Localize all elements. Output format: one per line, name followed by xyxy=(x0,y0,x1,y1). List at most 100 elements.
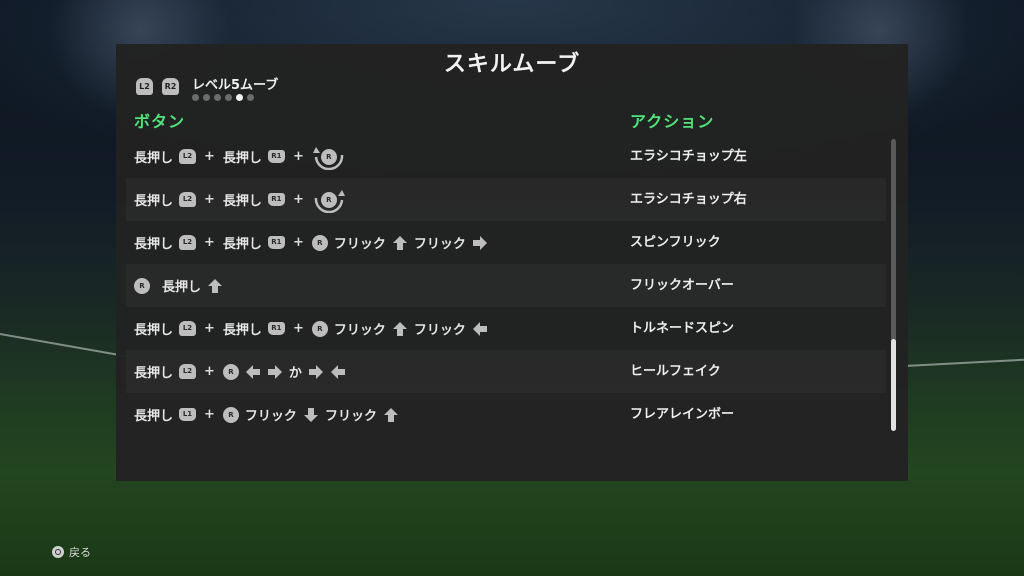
hold-text: 長押し xyxy=(134,151,174,166)
flick-text: フリック xyxy=(333,323,386,338)
r1-button-icon: R1 xyxy=(267,236,285,249)
button-combo: 長押し L2 + 長押し R1 + R xyxy=(134,135,346,178)
page-dot xyxy=(192,94,199,101)
page-dot xyxy=(247,94,254,101)
hold-text: 長押し xyxy=(222,194,262,209)
action-name: スピンフリック xyxy=(630,235,721,250)
arrow-right-icon xyxy=(308,364,324,380)
arrow-up-icon xyxy=(392,235,408,251)
column-header-action: アクション xyxy=(630,112,715,131)
r-stick-icon: R xyxy=(320,191,337,208)
plus-icon: + xyxy=(204,364,215,379)
hold-text: 長押し xyxy=(222,323,262,338)
plus-icon: + xyxy=(204,407,215,422)
r-stick-icon: R xyxy=(134,277,150,294)
arrow-right-icon xyxy=(472,235,488,251)
hold-text: 長押し xyxy=(222,151,262,166)
list-item[interactable]: 長押し L2 + 長押し R1 + R フリック フリック スピンフリック xyxy=(126,221,886,264)
pitch-line xyxy=(904,358,1024,367)
hold-text: 長押し xyxy=(162,280,202,295)
hold-text: 長押し xyxy=(134,194,174,209)
r-stick-icon: R xyxy=(222,406,239,423)
button-combo: 長押し L2 + 長押し R1 + R xyxy=(134,178,346,221)
flick-text: フリック xyxy=(413,323,466,338)
rotate-ccw-icon: R xyxy=(312,144,346,170)
plus-icon: + xyxy=(204,235,215,250)
flick-text: フリック xyxy=(333,237,386,252)
plus-icon: + xyxy=(204,149,215,164)
button-combo: 長押し L2 + R か xyxy=(134,350,346,393)
flick-text: フリック xyxy=(244,409,297,424)
action-name: エラシコチョップ左 xyxy=(630,149,747,164)
r1-button-icon: R1 xyxy=(267,193,285,206)
column-header-button: ボタン xyxy=(134,112,186,131)
r-stick-icon: R xyxy=(311,320,328,337)
page-dot xyxy=(225,94,232,101)
action-name: フレアレインボー xyxy=(630,407,735,422)
l1-button-icon: L1 xyxy=(179,408,197,421)
flick-text: フリック xyxy=(413,237,466,252)
plus-icon: + xyxy=(292,321,304,336)
action-name: エラシコチョップ右 xyxy=(630,192,747,207)
button-combo: 長押し L2 + 長押し R1 + R フリック フリック xyxy=(134,221,488,264)
r1-button-icon: R1 xyxy=(267,322,285,335)
r-stick-icon: R xyxy=(311,234,328,251)
l2-button-icon: L2 xyxy=(179,192,197,207)
circle-button-icon xyxy=(52,546,64,558)
hold-text: 長押し xyxy=(134,237,174,252)
arrow-left-icon xyxy=(245,364,261,380)
rotate-cw-icon: R xyxy=(312,187,346,213)
button-combo: R 長押し xyxy=(134,264,223,307)
r1-button-icon: R1 xyxy=(267,150,285,163)
r-stick-icon: R xyxy=(320,148,337,165)
back-label: 戻る xyxy=(69,546,91,559)
scrollbar[interactable] xyxy=(891,139,896,431)
pitch-line xyxy=(0,333,129,358)
l2-button-icon: L2 xyxy=(179,364,197,379)
list-item[interactable]: 長押し L2 + 長押し R1 + R エラシコチョップ左 xyxy=(126,135,886,178)
arrow-up-icon xyxy=(383,407,399,423)
l2-button-icon: L2 xyxy=(179,235,197,250)
plus-icon: + xyxy=(292,149,304,164)
page-indicator xyxy=(192,94,254,101)
l2-button-icon: L2 xyxy=(179,321,197,336)
arrow-left-icon xyxy=(330,364,346,380)
plus-icon: + xyxy=(292,235,304,250)
page-dot xyxy=(214,94,221,101)
l2-button-icon: L2 xyxy=(179,149,197,164)
plus-icon: + xyxy=(204,192,215,207)
back-button[interactable]: 戻る xyxy=(52,544,91,560)
hold-text: 長押し xyxy=(134,409,174,424)
arrow-right-icon xyxy=(267,364,283,380)
hold-text: 長押し xyxy=(222,237,262,252)
hold-text: 長押し xyxy=(134,366,174,381)
plus-icon: + xyxy=(204,321,215,336)
scrollbar-thumb[interactable] xyxy=(891,339,896,431)
button-combo: 長押し L2 + 長押し R1 + R フリック フリック xyxy=(134,307,488,350)
arrow-up-icon xyxy=(392,321,408,337)
skill-move-list: 長押し L2 + 長押し R1 + R エラシコチョップ左 長押し L2 + 長… xyxy=(126,135,886,436)
level-label: レベル5ムーブ xyxy=(192,78,279,93)
flick-text: フリック xyxy=(324,409,377,424)
action-name: ヒールフェイク xyxy=(630,364,721,379)
list-item[interactable]: 長押し L2 + 長押し R1 + R エラシコチョップ右 xyxy=(126,178,886,221)
page-dot xyxy=(203,94,210,101)
arrow-up-icon xyxy=(207,278,223,294)
r-stick-icon: R xyxy=(222,363,239,380)
action-name: フリックオーバー xyxy=(630,278,734,293)
l2-trigger-icon[interactable]: L2 xyxy=(136,78,153,95)
list-item[interactable]: R 長押し フリックオーバー xyxy=(126,264,886,307)
list-item[interactable]: 長押し L1 + R フリック フリック フレアレインボー xyxy=(126,393,886,436)
arrow-down-icon xyxy=(303,407,319,423)
button-combo: 長押し L1 + R フリック フリック xyxy=(134,393,399,436)
r2-trigger-icon[interactable]: R2 xyxy=(162,78,179,95)
arrow-left-icon xyxy=(472,321,488,337)
page-dot-active xyxy=(236,94,243,101)
action-name: トルネードスピン xyxy=(630,321,735,336)
list-item[interactable]: 長押し L2 + R か ヒールフェイク xyxy=(126,350,886,393)
skill-moves-panel: スキルムーブ L2 R2 レベル5ムーブ ボタン アクション 長押し L2 + … xyxy=(116,44,908,481)
or-text: か xyxy=(288,366,302,381)
plus-icon: + xyxy=(292,192,304,207)
list-item[interactable]: 長押し L2 + 長押し R1 + R フリック フリック トルネードスピン xyxy=(126,307,886,350)
hold-text: 長押し xyxy=(134,323,174,338)
